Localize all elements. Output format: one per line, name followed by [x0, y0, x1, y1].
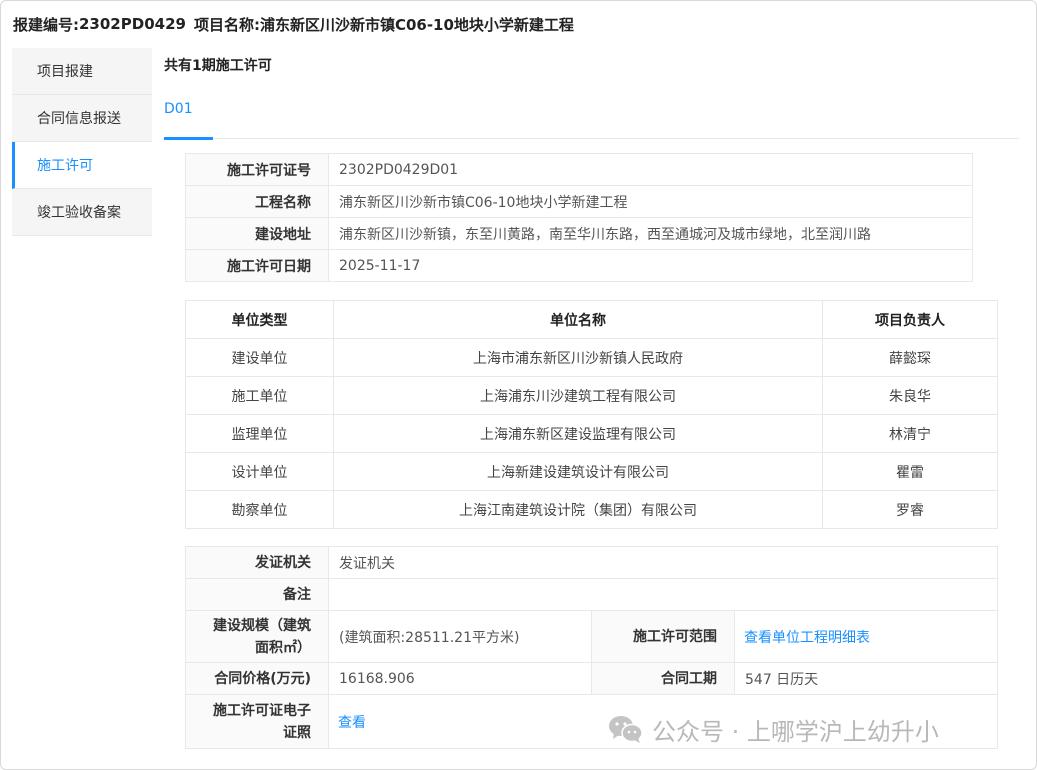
e-certificate-label: 施工许可证电子 证照: [185, 694, 329, 749]
sidebar-item-label: 合同信息报送: [37, 111, 121, 127]
sidebar-item-project-registration[interactable]: 项目报建: [12, 48, 152, 95]
table-row: 工程名称 浦东新区川沙新市镇C06-10地块小学新建工程: [185, 185, 973, 218]
tab-d01[interactable]: D01: [164, 93, 213, 140]
unit-name-cell: 上海市浦东新区川沙新镇人民政府: [333, 338, 823, 377]
column-header-project-leader: 项目负责人: [822, 300, 998, 339]
table-row: 发证机关 发证机关: [185, 546, 999, 579]
contract-price-label: 合同价格(万元): [185, 662, 329, 695]
unit-type-cell: 施工单位: [185, 376, 334, 415]
project-code-label: 报建编号:: [13, 15, 79, 34]
tab-active-indicator: [164, 137, 213, 140]
sidebar-item-construction-permit[interactable]: 施工许可: [12, 142, 152, 189]
table-row: 备注: [185, 578, 999, 611]
e-certificate-label-line1: 施工许可证电子: [213, 702, 311, 719]
sidebar-item-label: 施工许可: [37, 158, 93, 174]
table-row: 建设规模（建筑 面积㎡） (建筑面积:28511.21平方米) 施工许可范围 查…: [185, 610, 999, 663]
view-e-certificate-link[interactable]: 查看: [327, 694, 999, 749]
construction-address-label: 建设地址: [185, 217, 329, 250]
project-name-value: 浦东新区川沙新市镇C06-10地块小学新建工程: [259, 15, 574, 34]
project-leader-cell: 瞿雷: [822, 452, 998, 491]
construction-scale-label: 建设规模（建筑 面积㎡）: [185, 610, 329, 663]
permit-number-label: 施工许可证号: [185, 153, 329, 186]
table-row: 设计单位 上海新建设建筑设计有限公司 瞿雷: [185, 452, 998, 491]
permit-detail-table: 发证机关 发证机关 备注 建设规模（建筑 面积㎡） (建筑面积:28511.21…: [185, 546, 999, 749]
table-row: 监理单位 上海浦东新区建设监理有限公司 林清宁: [185, 414, 998, 453]
project-leader-cell: 罗睿: [822, 490, 998, 529]
table-row: 施工许可日期 2025-11-17: [185, 249, 973, 282]
unit-name-cell: 上海浦东新区建设监理有限公司: [333, 414, 823, 453]
unit-name-cell: 上海浦东川沙建筑工程有限公司: [333, 376, 823, 415]
unit-name-cell: 上海新建设建筑设计有限公司: [333, 452, 823, 491]
unit-type-cell: 监理单位: [185, 414, 334, 453]
contract-period-value: 547 日历天: [733, 662, 999, 695]
units-table: 单位类型 单位名称 项目负责人 建设单位 上海市浦东新区川沙新镇人民政府 薛懿琛…: [185, 300, 998, 529]
permit-scope-label: 施工许可范围: [591, 610, 735, 663]
page-frame: 报建编号: 2302PD0429 项目名称: 浦东新区川沙新市镇C06-10地块…: [0, 0, 1037, 770]
sidebar-item-label: 竣工验收备案: [37, 205, 121, 221]
project-leader-cell: 薛懿琛: [822, 338, 998, 377]
construction-scale-label-line1: 建设规模（建筑: [213, 617, 311, 634]
project-leader-cell: 朱良华: [822, 376, 998, 415]
permit-number-value: 2302PD0429D01: [328, 153, 973, 186]
column-header-unit-type: 单位类型: [185, 300, 334, 339]
table-row: 建设地址 浦东新区川沙新镇，东至川黄路，南至华川东路，西至通城河及城市绿地，北至…: [185, 217, 973, 250]
unit-name-cell: 上海江南建筑设计院（集团）有限公司: [333, 490, 823, 529]
table-row: 施工许可证号 2302PD0429D01: [185, 153, 973, 186]
issuer-label: 发证机关: [185, 546, 329, 579]
contract-price-value: 16168.906: [328, 662, 592, 695]
table-row: 合同价格(万元) 16168.906 合同工期 547 日历天: [185, 662, 999, 695]
project-code-value: 2302PD0429: [79, 15, 186, 33]
view-unit-details-link[interactable]: 查看单位工程明细表: [733, 610, 999, 663]
project-name-value: 浦东新区川沙新市镇C06-10地块小学新建工程: [328, 185, 973, 218]
project-name-label: 工程名称: [185, 185, 329, 218]
construction-scale-value: (建筑面积:28511.21平方米): [328, 610, 592, 663]
remark-label: 备注: [185, 578, 329, 611]
sidebar: 项目报建 合同信息报送 施工许可 竣工验收备案: [12, 48, 152, 236]
column-header-unit-name: 单位名称: [333, 300, 823, 339]
permit-date-value: 2025-11-17: [328, 249, 973, 282]
issuer-value: 发证机关: [327, 546, 999, 579]
unit-type-cell: 设计单位: [185, 452, 334, 491]
project-name-label: 项目名称:: [193, 15, 260, 34]
contract-period-label: 合同工期: [591, 662, 735, 695]
unit-type-cell: 勘察单位: [185, 490, 334, 529]
construction-address-value: 浦东新区川沙新镇，东至川黄路，南至华川东路，西至通城河及城市绿地，北至润川路: [328, 217, 973, 250]
permit-info-table: 施工许可证号 2302PD0429D01 工程名称 浦东新区川沙新市镇C06-1…: [185, 153, 973, 282]
construction-scale-label-line2: 面积㎡）: [255, 639, 311, 656]
tab-label: D01: [164, 101, 193, 117]
permit-tabs: D01: [164, 93, 1019, 140]
sidebar-item-label: 项目报建: [37, 64, 93, 80]
page-title: 报建编号: 2302PD0429 项目名称: 浦东新区川沙新市镇C06-10地块…: [13, 11, 574, 37]
table-row: 建设单位 上海市浦东新区川沙新镇人民政府 薛懿琛: [185, 338, 998, 377]
unit-type-cell: 建设单位: [185, 338, 334, 377]
table-row: 施工许可证电子 证照 查看: [185, 694, 999, 749]
table-header-row: 单位类型 单位名称 项目负责人: [185, 300, 998, 339]
permit-count-title: 共有1期施工许可: [164, 58, 272, 74]
project-leader-cell: 林清宁: [822, 414, 998, 453]
sidebar-item-contract-info[interactable]: 合同信息报送: [12, 95, 152, 142]
remark-value: [327, 578, 999, 611]
table-row: 施工单位 上海浦东川沙建筑工程有限公司 朱良华: [185, 376, 998, 415]
sidebar-item-completion-filing[interactable]: 竣工验收备案: [12, 189, 152, 236]
e-certificate-label-line2: 证照: [283, 724, 311, 741]
table-row: 勘察单位 上海江南建筑设计院（集团）有限公司 罗睿: [185, 490, 998, 529]
permit-date-label: 施工许可日期: [185, 249, 329, 282]
